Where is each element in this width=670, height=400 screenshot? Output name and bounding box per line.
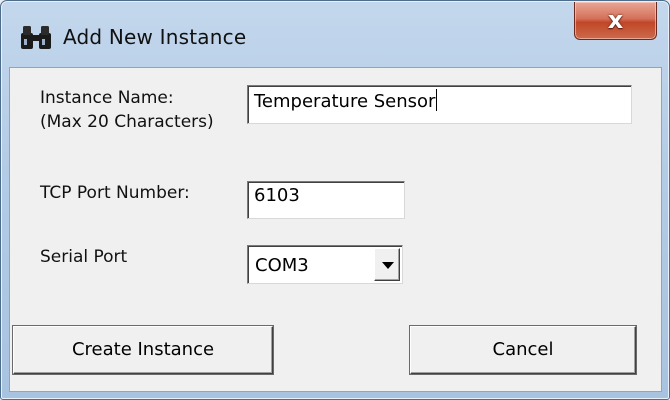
binoculars-icon (21, 26, 51, 49)
instance-name-label-line1: Instance Name: (40, 88, 174, 108)
window-title: Add New Instance (63, 25, 247, 49)
instance-name-label: Instance Name: (Max 20 Characters) (40, 86, 214, 134)
instance-name-input[interactable]: Temperature Sensor (247, 85, 632, 124)
tcp-port-label: TCP Port Number: (40, 183, 190, 203)
close-button[interactable]: x (574, 2, 657, 40)
chevron-down-icon (382, 262, 394, 269)
dropdown-button[interactable] (374, 248, 400, 281)
serial-port-value: COM3 (255, 255, 309, 276)
dialog-body: Instance Name: (Max 20 Characters) Tempe… (9, 67, 662, 392)
tcp-port-value: 6103 (254, 185, 300, 206)
text-caret (436, 89, 438, 111)
cancel-button[interactable]: Cancel (410, 326, 636, 374)
close-icon: x (607, 6, 624, 34)
tcp-port-input[interactable]: 6103 (247, 181, 405, 219)
serial-port-label: Serial Port (40, 247, 128, 267)
instance-name-value: Temperature Sensor (254, 91, 436, 112)
serial-port-select[interactable]: COM3 (247, 245, 403, 284)
title-bar[interactable]: Add New Instance x (1, 1, 669, 67)
instance-name-label-line2: (Max 20 Characters) (40, 112, 214, 132)
create-instance-button[interactable]: Create Instance (13, 326, 273, 374)
dialog-window: Add New Instance x Instance Name: (Max 2… (0, 0, 670, 400)
